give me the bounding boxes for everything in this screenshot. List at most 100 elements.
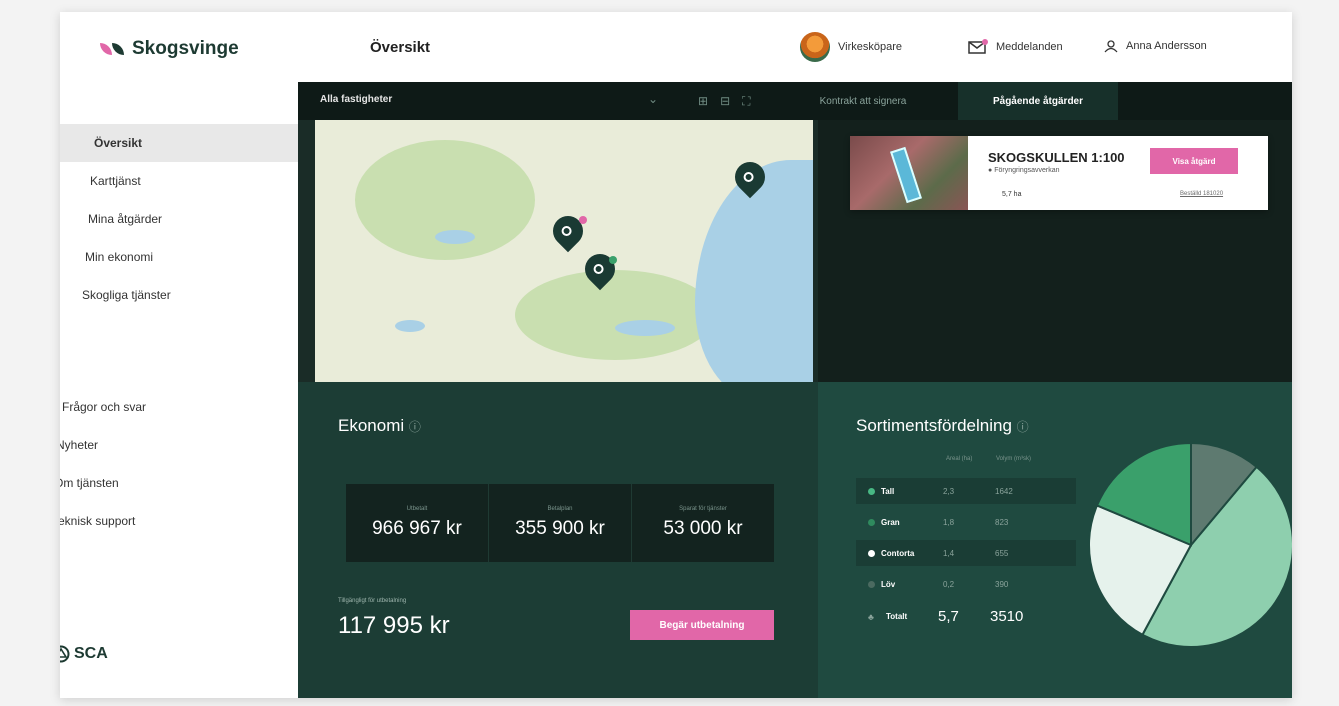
info-icon[interactable]: ⓘ <box>1017 420 1029 434</box>
card-area: 5,7 ha <box>1002 191 1022 198</box>
action-card[interactable]: SKOGSKULLEN 1:100 ● Föryngringsavverkan … <box>850 136 1268 210</box>
stat-label: Sparat för tjänster <box>679 506 727 512</box>
sidebar-item-label: Karttjänst <box>90 174 141 188</box>
map-lake <box>395 320 425 332</box>
card-order-link[interactable]: Beställd 181020 <box>1180 191 1223 197</box>
tab-pagaende-atgarder[interactable]: Pågående åtgärder <box>958 82 1118 120</box>
row-volume: 390 <box>995 579 1009 589</box>
assortment-pie-chart <box>1088 441 1292 648</box>
sidebar-item-oversikt[interactable]: Översikt <box>60 124 310 162</box>
sidebar-item-label: Skogliga tjänster <box>82 288 171 302</box>
economy-stats: Utbetalt 966 967 kr Betalplan 355 900 kr… <box>346 484 774 562</box>
assortment-row: Gran 1,8 823 <box>856 509 1076 535</box>
sidebar-item-mina-atgarder[interactable]: Mina åtgärder <box>60 200 316 238</box>
plot-outline <box>890 146 922 204</box>
fullscreen-icon[interactable]: ⛶ <box>742 94 750 109</box>
row-name: Löv <box>881 579 896 589</box>
stat-paid: Utbetalt 966 967 kr <box>346 484 489 562</box>
assortment-title: Sortimentsfördelning ⓘ <box>856 416 1029 436</box>
brand-logo[interactable]: Skogsvinge <box>100 38 239 60</box>
property-map[interactable] <box>315 120 813 382</box>
sidebar-item-skogliga-tjanster[interactable]: Skogliga tjänster <box>60 276 310 314</box>
news-link[interactable]: Nyheter <box>60 438 98 452</box>
pin-status-dot <box>579 216 587 224</box>
map-terrain <box>515 270 715 360</box>
available-label: Tillgängligt för utbetalning <box>338 598 407 604</box>
zoom-out-icon[interactable]: ⊟ <box>720 94 730 109</box>
about-link[interactable]: Om tjänsten <box>60 476 119 490</box>
faq-link[interactable]: Frågor och svar <box>62 400 146 414</box>
butterfly-icon <box>100 41 126 57</box>
card-subtitle-text: Föryngringsavverkan <box>994 167 1060 174</box>
legend-dot <box>868 549 875 557</box>
legend-dot <box>868 580 875 588</box>
toolbar: Alla fastigheter ⌄ ⊞ ⊟ ⛶ Kontrakt att si… <box>298 82 1292 120</box>
stat-payment-plan: Betalplan 355 900 kr <box>489 484 632 562</box>
map-tools: ⊞ ⊟ ⛶ <box>698 94 751 109</box>
main-content: Alla fastigheter ⌄ ⊞ ⊟ ⛶ Kontrakt att si… <box>298 82 1292 698</box>
row-name: Gran <box>881 517 900 527</box>
card-subtitle: ● Föryngringsavverkan <box>988 167 1060 174</box>
stat-value: 966 967 kr <box>372 518 462 539</box>
economy-panel: Ekonomi ⓘ Utbetalt 966 967 kr Betalplan … <box>298 382 818 698</box>
assortment-row: Contorta 1,4 655 <box>856 540 1076 566</box>
assortment-panel: Sortimentsfördelning ⓘ Areal (ha) Volym … <box>818 382 1292 698</box>
row-volume: 1642 <box>995 486 1013 496</box>
economy-title-text: Ekonomi <box>338 416 405 435</box>
sidebar-item-label: Översikt <box>94 136 143 150</box>
row-area: 2,3 <box>943 486 955 496</box>
messages-label: Meddelanden <box>996 41 1063 53</box>
stat-value: 53 000 kr <box>663 518 743 539</box>
sidebar-item-min-ekonomi[interactable]: Min ekonomi <box>60 238 310 276</box>
map-lake <box>615 320 675 336</box>
sidebar-item-karttjanst[interactable]: Karttjänst <box>60 162 310 200</box>
company-name: SCA <box>74 645 108 662</box>
mail-icon <box>968 39 988 54</box>
zoom-in-icon[interactable]: ⊞ <box>698 94 708 109</box>
tree-icon: ♣ <box>868 611 874 622</box>
total-volume: 3510 <box>990 608 1024 625</box>
row-name: Tall <box>881 486 895 496</box>
legend-dot <box>868 518 875 526</box>
stat-saved-services: Sparat för tjänster 53 000 kr <box>632 484 774 562</box>
support-link[interactable]: Teknisk support <box>60 514 135 528</box>
request-payment-button[interactable]: Begär utbetalning <box>630 610 774 640</box>
row-volume: 655 <box>995 548 1009 558</box>
top-bar: Skogsvinge Översikt Virkesköpare Meddela… <box>60 12 1292 82</box>
chevron-updown-icon[interactable]: ⌄ <box>648 92 658 106</box>
map-lake <box>435 230 475 244</box>
info-icon[interactable]: ⓘ <box>409 420 421 434</box>
sidebar-item-label: Min ekonomi <box>85 250 154 264</box>
property-filter[interactable]: Alla fastigheter <box>320 94 392 105</box>
economy-title: Ekonomi ⓘ <box>338 416 421 436</box>
user-menu[interactable]: Anna Andersson <box>1104 39 1207 53</box>
seller-link[interactable]: Virkesköpare <box>800 32 902 62</box>
total-area: 5,7 <box>938 608 959 625</box>
messages-link[interactable]: Meddelanden <box>968 39 1063 55</box>
row-area: 0,2 <box>943 579 955 589</box>
assortment-row: Löv 0,2 390 <box>856 571 1076 597</box>
total-label: Totalt <box>886 612 908 621</box>
stat-value: 355 900 kr <box>515 518 605 539</box>
col-area-header: Areal (ha) <box>946 456 973 462</box>
row-volume: 823 <box>995 517 1009 527</box>
sca-logo: SCA <box>60 645 108 663</box>
user-icon <box>1104 40 1118 53</box>
assortment-row: Tall 2,3 1642 <box>856 478 1076 504</box>
stat-label: Betalplan <box>547 506 573 512</box>
page-title: Översikt <box>370 39 431 56</box>
row-area: 1,4 <box>943 548 955 558</box>
tab-kontrakt[interactable]: Kontrakt att signera <box>788 82 938 120</box>
sidebar: Översikt Karttjänst Mina åtgärder Min ek… <box>60 82 316 698</box>
property-thumbnail <box>850 136 968 210</box>
available-amount: 117 995 kr <box>338 612 450 639</box>
row-name: Contorta <box>881 548 915 558</box>
col-volume-header: Volym (m³sk) <box>996 456 1031 462</box>
seller-avatar <box>800 32 830 62</box>
legend-dot <box>868 487 875 495</box>
stat-label: Utbetalt <box>406 506 428 512</box>
user-name: Anna Andersson <box>1126 40 1207 52</box>
pin-status-dot <box>609 256 617 264</box>
card-title: SKOGSKULLEN 1:100 <box>988 150 1125 165</box>
view-action-button[interactable]: Visa åtgärd <box>1150 148 1238 174</box>
